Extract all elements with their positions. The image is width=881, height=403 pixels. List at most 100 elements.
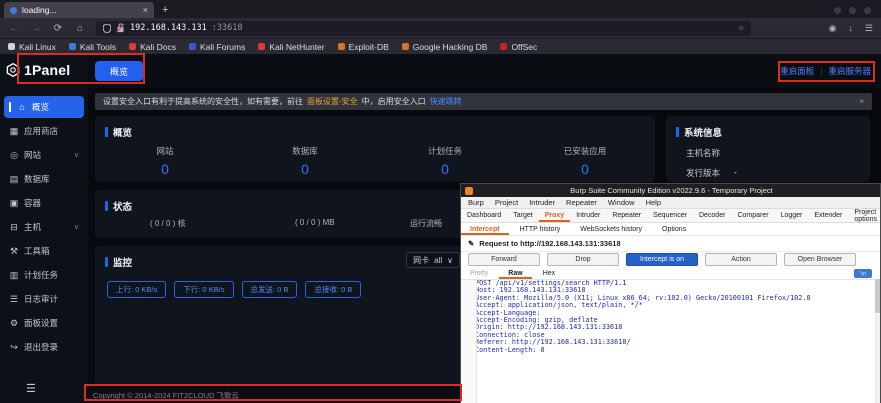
forward-button[interactable]: Forward	[468, 253, 540, 266]
view-raw[interactable]: Raw	[499, 267, 531, 279]
sidebar-item-database[interactable]: ▤数据库	[4, 168, 84, 190]
url-host: 192.168.143.131	[130, 23, 207, 33]
banner-text: 设置安全入口有利于提高系统的安全性，如有需要，前往	[103, 96, 303, 107]
bookmark-kali-tools[interactable]: Kali Tools	[69, 42, 116, 52]
total-sent-pill[interactable]: 总发送: 0 B	[242, 281, 298, 298]
sidebar-item-host[interactable]: ⊟主机∨	[4, 216, 84, 238]
request-editor[interactable]: 1POST /api/v1/settings/search HTTP/1.1 2…	[461, 280, 880, 403]
overview-stats: 网站0 数据库0 计划任务0 已安装应用0	[95, 145, 655, 177]
tab-repeater[interactable]: Repeater	[606, 209, 647, 222]
bookmark-favicon	[69, 43, 76, 50]
tab-target[interactable]: Target	[507, 209, 538, 222]
tab-sequencer[interactable]: Sequencer	[647, 209, 693, 222]
maximize-icon[interactable]	[849, 7, 856, 14]
burp-suite-window: Burp Suite Community Edition v2022.9.6 -…	[460, 183, 881, 403]
close-icon[interactable]	[864, 7, 871, 14]
subtab-options[interactable]: Options	[653, 223, 695, 235]
tab-decoder[interactable]: Decoder	[693, 209, 731, 222]
newline-toggle-icon[interactable]: \n	[854, 269, 872, 278]
tab-proxy[interactable]: Proxy	[539, 209, 570, 222]
menu-repeater[interactable]: Repeater	[566, 198, 597, 207]
menu-burp[interactable]: Burp	[468, 198, 484, 207]
pencil-icon: ✎	[468, 239, 474, 248]
tab-logger[interactable]: Logger	[775, 209, 809, 222]
scrollbar-thumb[interactable]	[875, 279, 880, 313]
stat-value[interactable]: 0	[95, 161, 235, 177]
sidebar-item-toolbox[interactable]: ⚒工具箱	[4, 240, 84, 262]
editor-scrollbar[interactable]	[875, 279, 880, 403]
sidebar-item-website[interactable]: ◎网站∨	[4, 144, 84, 166]
bookmark-google-hacking-db[interactable]: Google Hacking DB	[402, 42, 488, 52]
bookmark-kali-nethunter[interactable]: Kali NetHunter	[258, 42, 324, 52]
subtab-http-history[interactable]: HTTP history	[511, 223, 570, 235]
nic-select[interactable]: 网卡 all ∨	[406, 252, 460, 268]
new-tab-button[interactable]: +	[162, 4, 168, 18]
banner-highlight: 面板设置-安全	[307, 96, 358, 107]
reload-icon[interactable]: ⟳	[52, 23, 64, 34]
sidebar-item-logout[interactable]: ↪退出登录	[4, 336, 84, 358]
forward-icon[interactable]: →	[30, 23, 42, 34]
bookmark-kali-forums[interactable]: Kali Forums	[189, 42, 245, 52]
downloads-icon[interactable]: ↓	[848, 23, 853, 34]
stat-label: 已安装应用	[515, 145, 655, 157]
tab-dashboard[interactable]: Dashboard	[461, 209, 507, 222]
tab-project-options[interactable]: Project options	[848, 209, 881, 222]
bookmark-offsec[interactable]: OffSec	[500, 42, 537, 52]
banner-close-icon[interactable]: ×	[859, 97, 864, 106]
url-bar[interactable]: 192.168.143.131:33618 ☆	[96, 21, 751, 36]
system-info-row: 发行版本-	[666, 159, 870, 179]
logout-icon: ↪	[9, 342, 19, 353]
banner-quick-link[interactable]: 快速跳转	[430, 96, 462, 107]
uplink-pill[interactable]: 上行: 0 KB/s	[107, 281, 166, 298]
burp-title-bar[interactable]: Burp Suite Community Edition v2022.9.6 -…	[461, 184, 880, 197]
insecure-lock-icon[interactable]	[116, 23, 125, 33]
sidebar-item-container[interactable]: ▣容器	[4, 192, 84, 214]
bookmark-label: Kali Forums	[200, 42, 245, 52]
app-menu-icon[interactable]: ☰	[865, 23, 873, 34]
stat-value[interactable]: 0	[515, 161, 655, 177]
sidebar-item-logs[interactable]: ☰日志审计	[4, 288, 84, 310]
bookmark-star-icon[interactable]: ☆	[739, 23, 744, 33]
browser-tab[interactable]: loading... ×	[4, 2, 154, 18]
view-hex[interactable]: Hex	[534, 267, 564, 279]
drop-button[interactable]: Drop	[547, 253, 619, 266]
menu-project[interactable]: Project	[495, 198, 518, 207]
banner-text: 中，启用安全入口	[362, 96, 426, 107]
sidebar-item-settings[interactable]: ⚙面板设置	[4, 312, 84, 334]
window-controls[interactable]	[834, 7, 881, 18]
account-shield-icon[interactable]: ◉	[829, 23, 837, 34]
sidebar-collapse-icon[interactable]: ☰	[26, 382, 36, 395]
menu-intruder[interactable]: Intruder	[529, 198, 555, 207]
back-icon[interactable]: ←	[8, 23, 20, 34]
tab-intruder[interactable]: Intruder	[570, 209, 606, 222]
downlink-pill[interactable]: 下行: 0 KB/s	[174, 281, 233, 298]
action-button[interactable]: Action	[705, 253, 777, 266]
home-icon[interactable]: ⌂	[74, 23, 86, 34]
menu-help[interactable]: Help	[646, 198, 661, 207]
menu-window[interactable]: Window	[608, 198, 635, 207]
open-browser-button[interactable]: Open Browser	[784, 253, 856, 266]
view-pretty[interactable]: Pretty	[461, 267, 497, 279]
sidebar-menu: ⌂概览 ▦应用商店 ◎网站∨ ▤数据库 ▣容器 ⊟主机∨ ⚒工具箱 ▥计划任务 …	[0, 96, 88, 358]
tab-close-icon[interactable]: ×	[143, 5, 148, 15]
overview-card: 概览 网站0 数据库0 计划任务0 已安装应用0	[95, 116, 655, 182]
bookmark-kali-docs[interactable]: Kali Docs	[129, 42, 176, 52]
app-store-icon: ▦	[9, 126, 19, 137]
subtab-websockets-history[interactable]: WebSockets history	[571, 223, 651, 235]
sidebar-item-app-store[interactable]: ▦应用商店	[4, 120, 84, 142]
bookmark-kali-linux[interactable]: Kali Linux	[8, 42, 56, 52]
stat-value[interactable]: 0	[235, 161, 375, 177]
sidebar-item-cronjob[interactable]: ▥计划任务	[4, 264, 84, 286]
tab-extender[interactable]: Extender	[808, 209, 848, 222]
sidebar-item-label: 概览	[32, 101, 49, 113]
intercept-toggle-button[interactable]: Intercept is on	[626, 253, 698, 266]
chevron-down-icon: ∨	[74, 151, 79, 159]
stat-value[interactable]: 0	[375, 161, 515, 177]
sidebar-item-overview[interactable]: ⌂概览	[4, 96, 84, 118]
bookmark-exploit-db[interactable]: Exploit-DB	[338, 42, 389, 52]
total-received-pill[interactable]: 总接收: 0 B	[305, 281, 361, 298]
tab-comparer[interactable]: Comparer	[731, 209, 774, 222]
subtab-intercept[interactable]: Intercept	[461, 223, 509, 235]
minimize-icon[interactable]	[834, 7, 841, 14]
bookmark-favicon	[129, 43, 136, 50]
